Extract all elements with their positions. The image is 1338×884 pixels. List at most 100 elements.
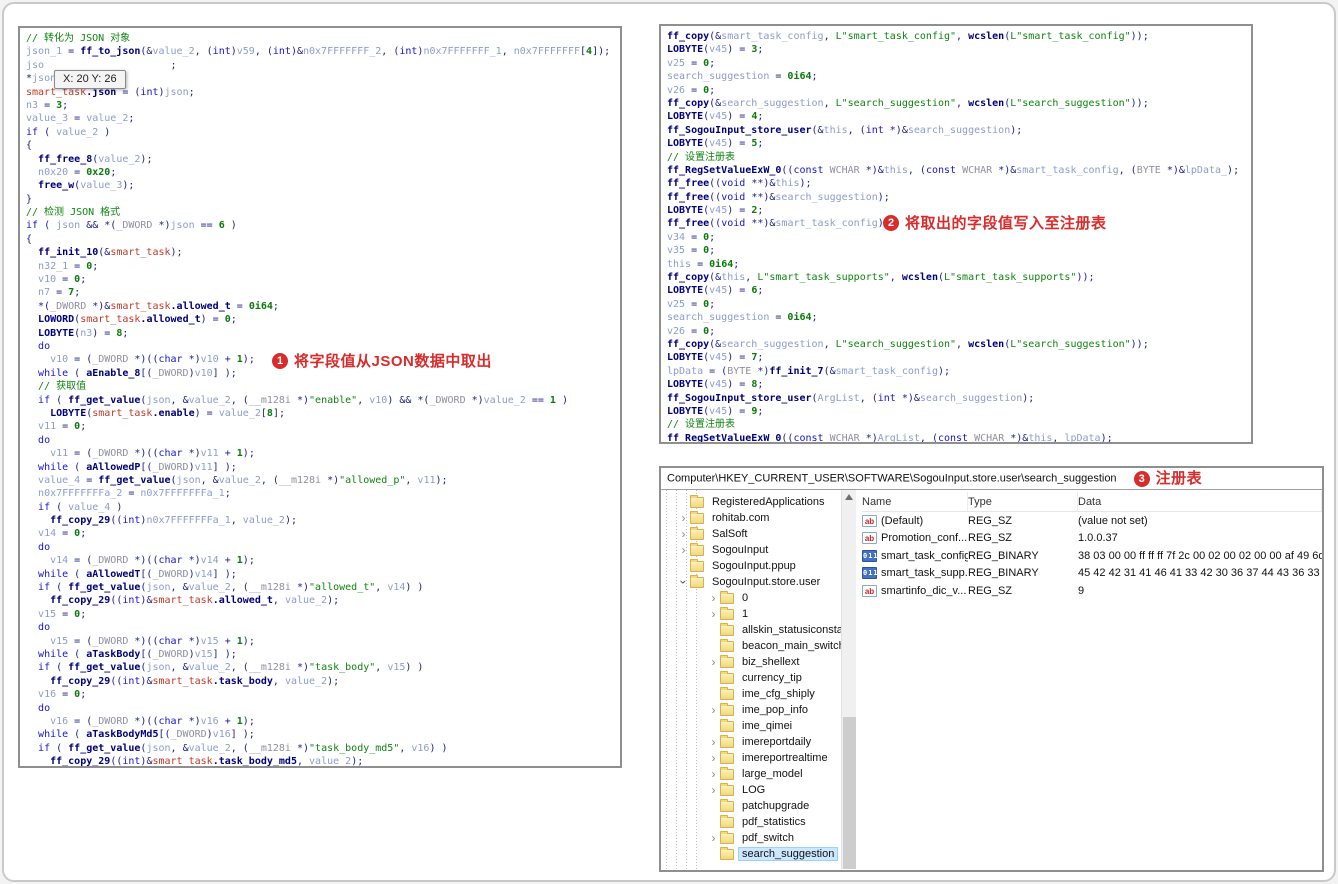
code-token: this xyxy=(823,124,848,136)
chevron-collapsed-icon[interactable]: › xyxy=(677,512,690,524)
tree-vertical-scrollbar[interactable] xyxy=(841,490,856,869)
tree-item-patchupgrade[interactable]: patchupgrade xyxy=(661,798,841,814)
tree-item-label[interactable]: currency_tip xyxy=(739,672,805,684)
code-line: // 转化为 JSON 对象 xyxy=(26,32,620,45)
code-token: ); xyxy=(242,448,255,460)
tree-item-label[interactable]: patchupgrade xyxy=(739,800,812,812)
registry-address[interactable]: Computer\HKEY_CURRENT_USER\SOFTWARE\Sogo… xyxy=(667,472,1117,484)
tree-item-label[interactable]: SogouInput.ppup xyxy=(709,560,799,572)
tree-item-biz_shellext[interactable]: › biz_shellext xyxy=(661,654,841,670)
value-row[interactable]: 011 smart_task_config REG_BINARY 38 03 00 0… xyxy=(862,547,1322,565)
tree-item-ime_pop_info[interactable]: › ime_pop_info xyxy=(661,702,841,718)
tree-item-label[interactable]: 0 xyxy=(739,592,751,604)
code-token: *)& xyxy=(895,392,920,404)
value-name[interactable]: smart_task_config xyxy=(881,550,968,562)
tree-item-LOG[interactable]: › LOG xyxy=(661,782,841,798)
tree-item-label[interactable]: SogouInput.store.user xyxy=(709,576,823,588)
tree-item-label[interactable]: SalSoft xyxy=(709,528,750,540)
value-name[interactable]: Promotion_conf... xyxy=(881,532,967,544)
tree-item-pdf_switch[interactable]: › pdf_switch xyxy=(661,830,841,846)
chevron-collapsed-icon[interactable]: › xyxy=(707,784,720,796)
chevron-expanded-icon[interactable]: › xyxy=(677,576,691,589)
column-header-data[interactable]: Data xyxy=(1078,492,1322,511)
code-token: ( xyxy=(50,742,69,754)
value-type: REG_SZ xyxy=(968,532,1013,545)
tree-item-SogouInput.store.user[interactable]: › SogouInput.store.user xyxy=(661,574,841,590)
tree-item-SogouInput.ppup[interactable]: SogouInput.ppup xyxy=(661,558,841,574)
tree-item-label[interactable]: SogouInput xyxy=(709,544,771,556)
tree-item-pdf_statistics[interactable]: pdf_statistics xyxy=(661,814,841,830)
tree-item-search_suggestion[interactable]: search_suggestion xyxy=(661,846,841,862)
tree-item-label[interactable]: large_model xyxy=(739,768,806,780)
tree-item-ime_cfg_shiply[interactable]: ime_cfg_shiply xyxy=(661,686,841,702)
chevron-collapsed-icon[interactable]: › xyxy=(707,656,720,668)
code-token: **)& xyxy=(745,178,776,190)
tree-item-SalSoft[interactable]: › SalSoft xyxy=(661,526,841,542)
tree-item-label[interactable]: beacon_main_switch xyxy=(739,640,841,652)
tree-item-currency_tip[interactable]: currency_tip xyxy=(661,670,841,686)
chevron-collapsed-icon[interactable]: › xyxy=(677,544,690,556)
chevron-collapsed-icon[interactable]: › xyxy=(707,704,720,716)
tree-item-label[interactable]: pdf_statistics xyxy=(739,816,809,828)
code-token: ( xyxy=(68,461,87,473)
code-token: ] ); xyxy=(212,461,237,473)
scrollbar-thumb[interactable] xyxy=(843,717,856,869)
value-name[interactable]: smart_task_supp... xyxy=(881,567,968,579)
code-token: ff_copy xyxy=(667,97,710,109)
tree-item-beacon_main_switch[interactable]: beacon_main_switch xyxy=(661,638,841,654)
tree-item-label[interactable]: RegisteredApplications xyxy=(709,496,828,508)
tree-item-rohitab.com[interactable]: › rohitab.com xyxy=(661,510,841,526)
scroll-up-arrow-icon[interactable] xyxy=(845,494,853,500)
tree-item-label[interactable]: imereportrealtime xyxy=(739,752,831,764)
value-row[interactable]: 011 smart_task_supp... REG_BINARY 45 42 42 … xyxy=(862,565,1322,583)
code-token: ff_copy_29 xyxy=(50,515,111,527)
chevron-collapsed-icon[interactable]: › xyxy=(707,608,720,620)
registry-address-bar[interactable]: Computer\HKEY_CURRENT_USER\SOFTWARE\Sogo… xyxy=(661,468,1322,490)
tree-item-allskin_statusiconstatis[interactable]: allskin_statusiconstatis xyxy=(661,622,841,638)
chevron-collapsed-icon[interactable]: › xyxy=(677,528,690,540)
code-token: ff_get_value xyxy=(68,582,141,594)
code-line: LOBYTE(smart_task.enable) = value_2[8]; xyxy=(26,407,620,420)
value-name[interactable]: (Default) xyxy=(881,515,923,527)
tree-item-label[interactable]: search_suggestion xyxy=(737,847,839,861)
tree-item-ime_qimei[interactable]: ime_qimei xyxy=(661,718,841,734)
tree-item-label[interactable]: allskin_statusiconstatis xyxy=(739,624,841,636)
tree-item-1[interactable]: › 1 xyxy=(661,606,841,622)
tree-item-imereportdaily[interactable]: › imereportdaily xyxy=(661,734,841,750)
tree-item-label[interactable]: imereportdaily xyxy=(739,736,814,748)
chevron-collapsed-icon[interactable]: › xyxy=(707,752,720,764)
code-line: lpData = (BYTE *)ff_init_7(&smart_task_c… xyxy=(667,365,1251,378)
tree-item-0[interactable]: › 0 xyxy=(661,590,841,606)
tree-item-label[interactable]: rohitab.com xyxy=(709,512,772,524)
value-name[interactable]: smartinfo_dic_v... xyxy=(881,585,966,597)
tree-item-label[interactable]: 1 xyxy=(739,608,751,620)
code-line: value_3 = value_2; xyxy=(26,112,620,125)
chevron-collapsed-icon[interactable]: › xyxy=(707,736,720,748)
tree-item-SogouInput[interactable]: › SogouInput xyxy=(661,542,841,558)
code-line: v26 = 0; xyxy=(667,84,1251,97)
code-token: do xyxy=(38,434,51,446)
value-row[interactable]: ab smartinfo_dic_v... REG_SZ 9 xyxy=(862,582,1322,600)
tree-item-label[interactable]: pdf_switch xyxy=(739,832,797,844)
tree-item-large_model[interactable]: › large_model xyxy=(661,766,841,782)
chevron-collapsed-icon[interactable]: › xyxy=(707,592,720,604)
tree-item-label[interactable]: ime_qimei xyxy=(739,720,795,732)
tree-item-label[interactable]: ime_pop_info xyxy=(739,704,811,716)
tree-item-RegisteredApplications[interactable]: RegisteredApplications xyxy=(661,494,841,510)
tree-item-imereportrealtime[interactable]: › imereportrealtime xyxy=(661,750,841,766)
column-header-type[interactable]: Type xyxy=(968,492,1078,511)
chevron-collapsed-icon[interactable]: › xyxy=(707,832,720,844)
code-token: *)& xyxy=(883,124,908,136)
code-token: 0i64 xyxy=(787,312,812,324)
code-token: ff_SogouInput_store_user xyxy=(667,392,812,404)
tree-item-label[interactable]: LOG xyxy=(739,784,768,796)
code-token: , ( xyxy=(194,46,213,58)
column-header-name[interactable]: Name xyxy=(862,492,968,511)
tree-item-label[interactable]: ime_cfg_shiply xyxy=(739,688,818,700)
tree-item-label[interactable]: biz_shellext xyxy=(739,656,802,668)
value-row[interactable]: ab (Default) REG_SZ (value not set) xyxy=(862,512,1322,530)
chevron-collapsed-icon[interactable]: › xyxy=(707,768,720,780)
code-token: WCHAR xyxy=(829,164,860,176)
code-token: v26 xyxy=(667,325,686,337)
value-row[interactable]: ab Promotion_conf... REG_SZ 1.0.0.37 xyxy=(862,530,1322,548)
